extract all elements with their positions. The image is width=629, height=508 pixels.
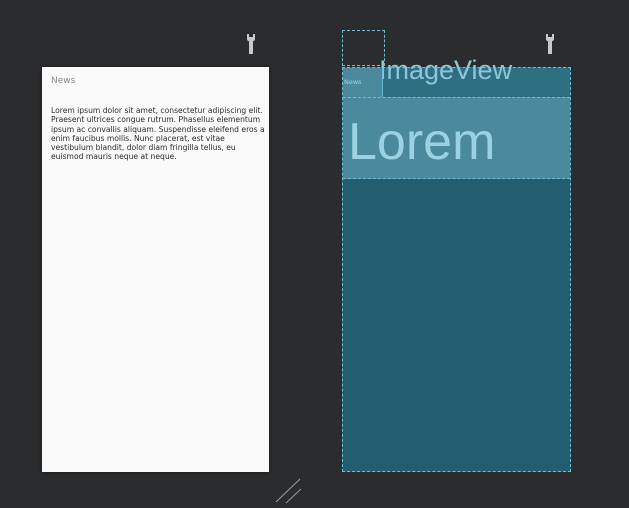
resize-handle-icon[interactable] bbox=[274, 478, 304, 504]
blueprint-imageview[interactable]: ImageView News bbox=[343, 55, 570, 98]
blueprint-lorem-textview[interactable]: Lorem bbox=[343, 97, 570, 179]
blueprint-news-textview[interactable]: News bbox=[343, 68, 383, 97]
wrench-icon[interactable] bbox=[544, 33, 556, 55]
blueprint-view[interactable]: ImageView News Lorem bbox=[342, 55, 571, 472]
wrench-icon[interactable] bbox=[245, 33, 257, 55]
news-title[interactable]: News bbox=[51, 76, 75, 86]
design-view[interactable]: News Lorem ipsum dolor sit amet, consect… bbox=[42, 67, 269, 472]
imageview-label: ImageView bbox=[379, 55, 513, 85]
blueprint-news-label: News bbox=[344, 78, 362, 86]
lorem-body-text[interactable]: Lorem ipsum dolor sit amet, consectetur … bbox=[51, 106, 265, 162]
lorem-label: Lorem bbox=[348, 113, 496, 171]
